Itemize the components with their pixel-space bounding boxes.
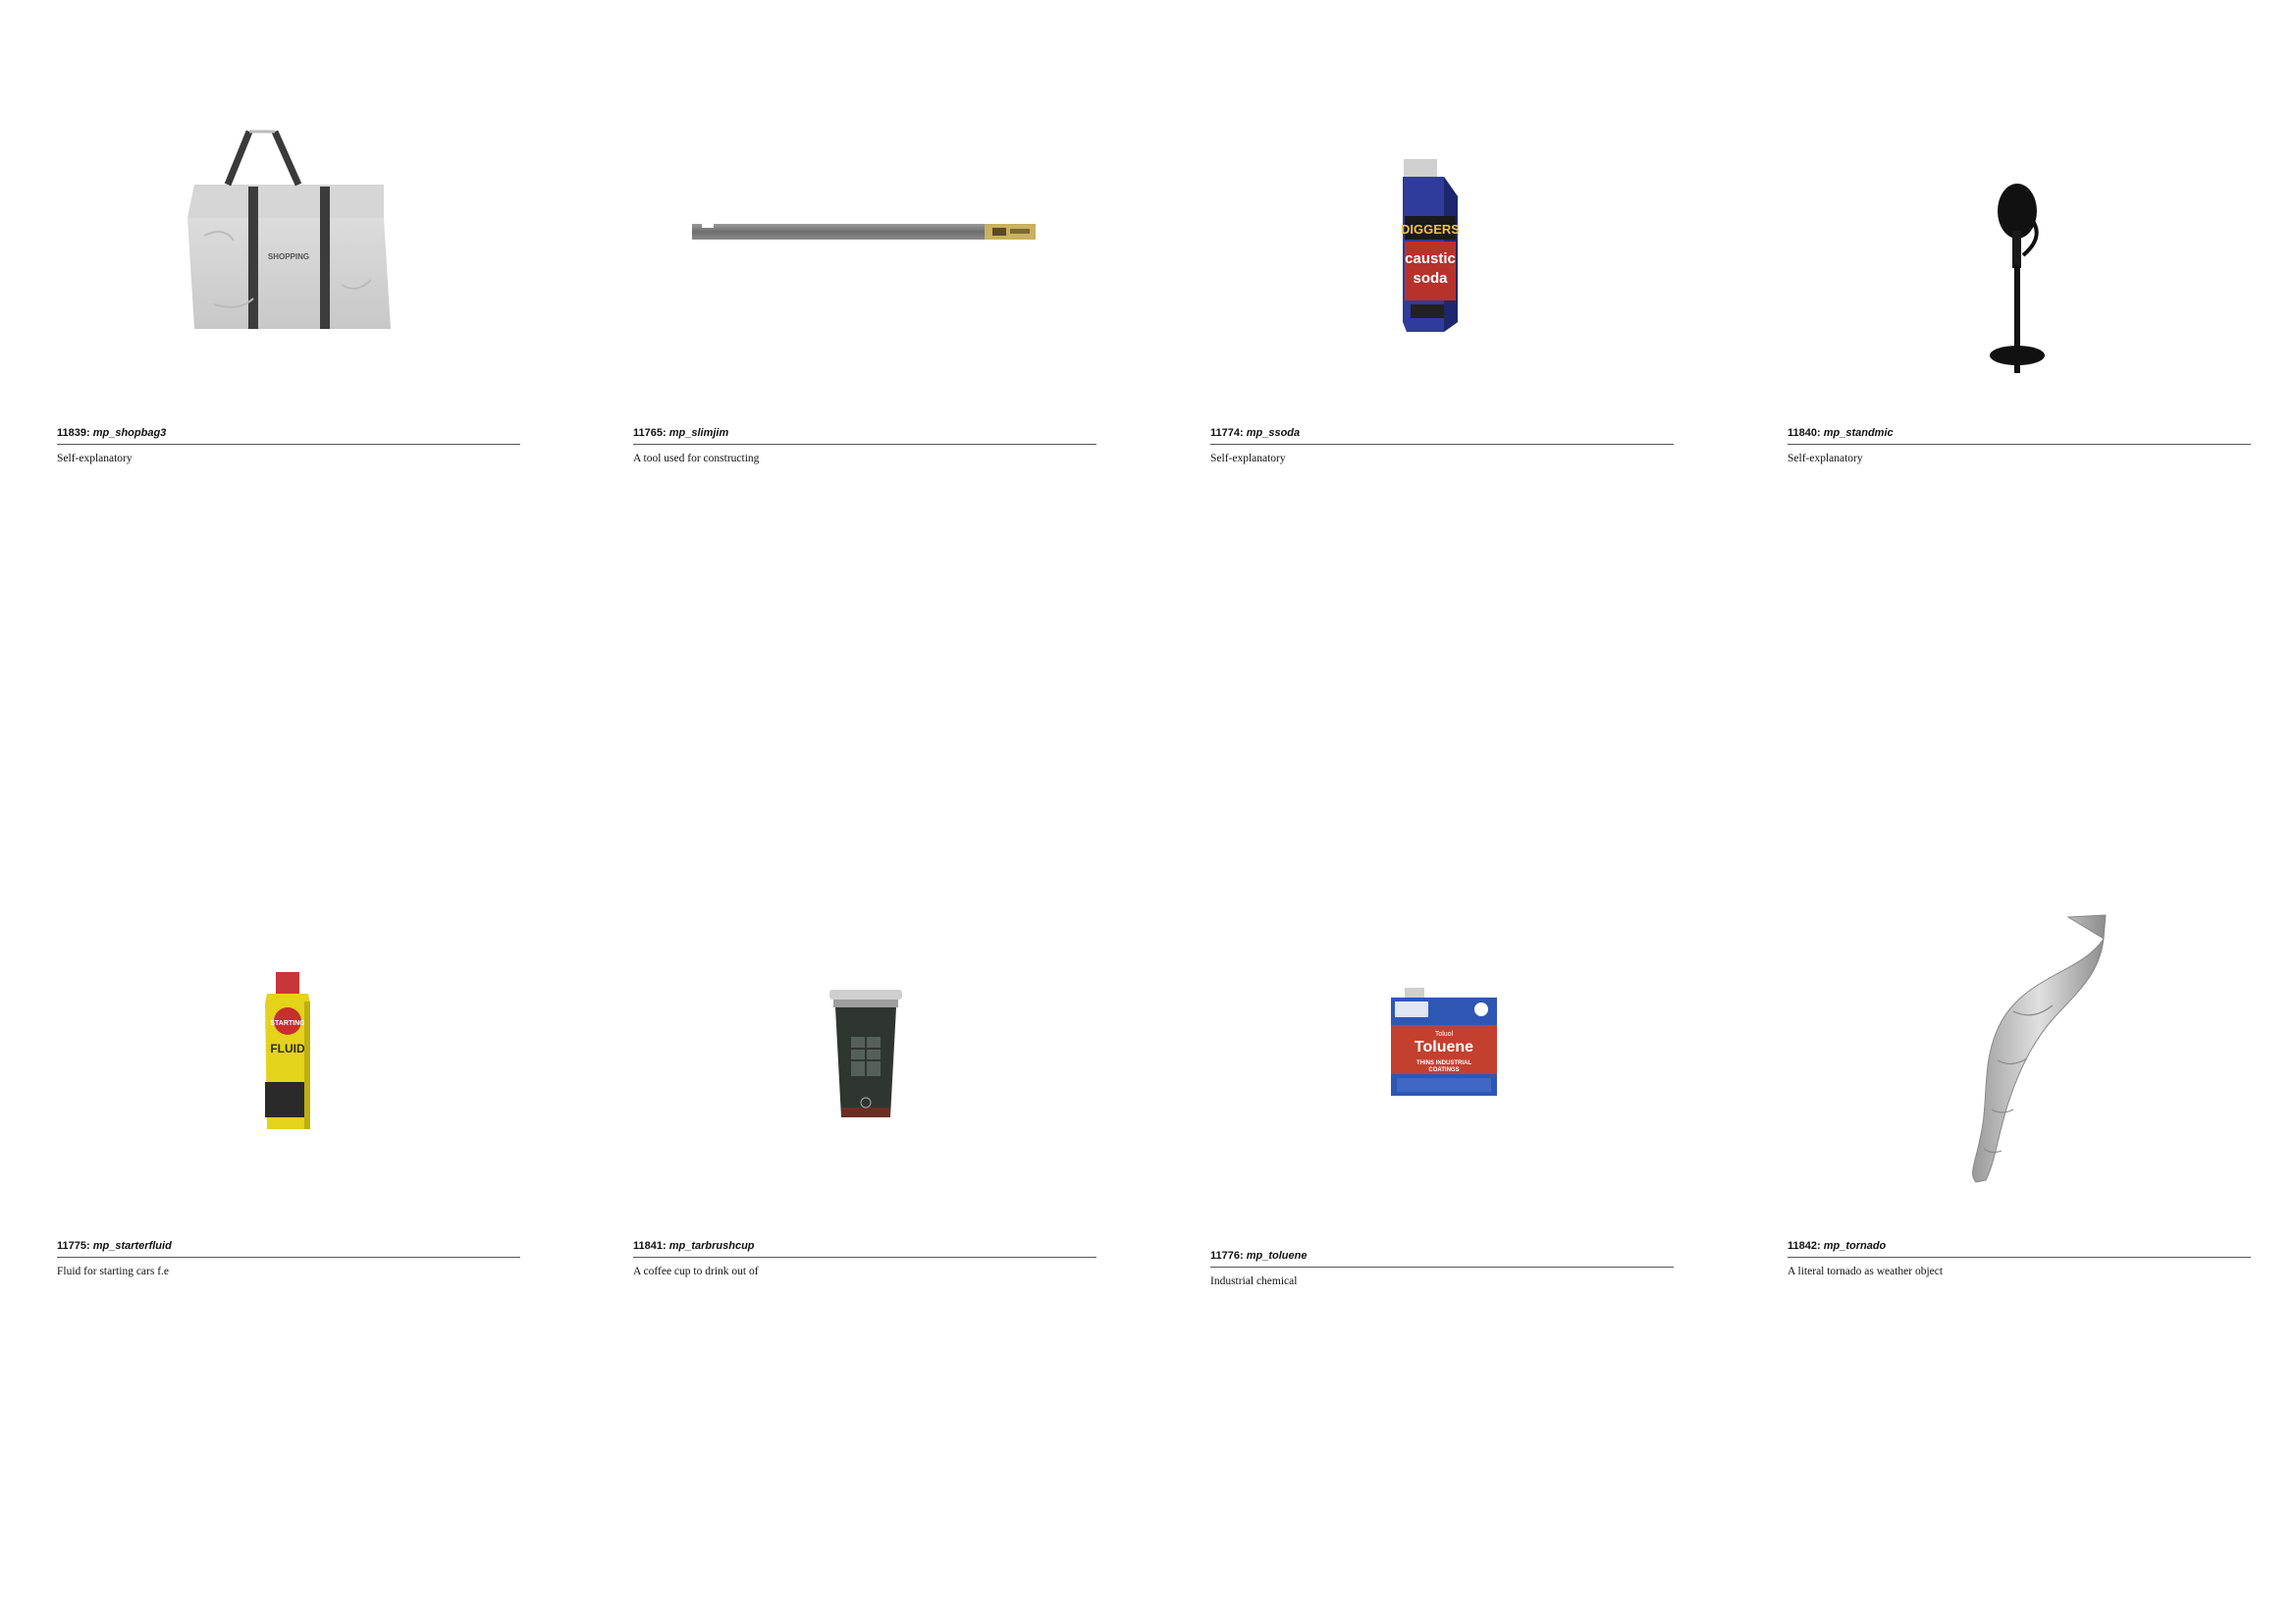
slim-jim-tool-icon: [692, 224, 1036, 240]
item-thumbnail: SHOPPING: [57, 118, 520, 344]
item-thumbnail: DIGGERS caustic soda: [1210, 118, 1674, 344]
item-title: 11776: mp_toluene: [1210, 1250, 1674, 1268]
item-description: Self-explanatory: [57, 453, 133, 464]
svg-text:soda: soda: [1413, 270, 1448, 287]
svg-text:STARTING: STARTING: [270, 1020, 305, 1027]
tornado-icon: [1972, 914, 2107, 1183]
item-thumbnail: [633, 118, 1096, 344]
item-title: 11775: mp_starterfluid: [57, 1240, 520, 1258]
item-description: A coffee cup to drink out of: [633, 1266, 759, 1277]
bottle-label-text: caustic: [1405, 250, 1456, 267]
coffee-cup-icon: [829, 990, 902, 1117]
item-thumbnail: [1788, 903, 2251, 1188]
item-description: A literal tornado as weather object: [1788, 1266, 1944, 1277]
item-title: 11765: mp_slimjim: [633, 427, 1096, 445]
item-description: Self-explanatory: [1788, 453, 1863, 464]
item-thumbnail: [633, 943, 1096, 1139]
item-title: 11774: mp_ssoda: [1210, 427, 1674, 445]
bottle-brand-text: DIGGERS: [1401, 222, 1460, 237]
item-thumbnail: Toluol Toluene THINS INDUSTRIAL COATINGS: [1210, 943, 1674, 1139]
item-description: Industrial chemical: [1210, 1275, 1298, 1287]
starter-fluid-can-icon: STARTING FLUID: [265, 972, 310, 1129]
item-thumbnail: STARTING FLUID: [57, 943, 520, 1139]
standing-microphone-icon: [1990, 184, 2045, 373]
item-title: 11841: mp_tarbrushcup: [633, 1240, 1096, 1258]
svg-text:THINS INDUSTRIAL: THINS INDUSTRIAL: [1416, 1060, 1471, 1066]
shopping-bag-icon: SHOPPING: [187, 130, 391, 329]
caustic-soda-bottle-icon: DIGGERS caustic soda: [1401, 159, 1460, 332]
toluene-can-icon: Toluol Toluene THINS INDUSTRIAL COATINGS: [1391, 988, 1497, 1096]
svg-text:COATINGS: COATINGS: [1428, 1067, 1459, 1073]
item-description: Fluid for starting cars f.e: [57, 1266, 170, 1277]
item-title: 11839: mp_shopbag3: [57, 427, 520, 445]
can-label-text: FLUID: [270, 1042, 305, 1055]
item-title: 11842: mp_tornado: [1788, 1240, 2251, 1258]
item-description: Self-explanatory: [1210, 453, 1286, 464]
item-thumbnail: [1788, 118, 2251, 373]
bag-print-text: SHOPPING: [268, 252, 309, 261]
item-description: A tool used for constructing: [633, 453, 760, 464]
svg-text:Toluol: Toluol: [1435, 1031, 1454, 1038]
item-title: 11840: mp_standmic: [1788, 427, 2251, 445]
can-label-text: Toluene: [1415, 1039, 1473, 1055]
